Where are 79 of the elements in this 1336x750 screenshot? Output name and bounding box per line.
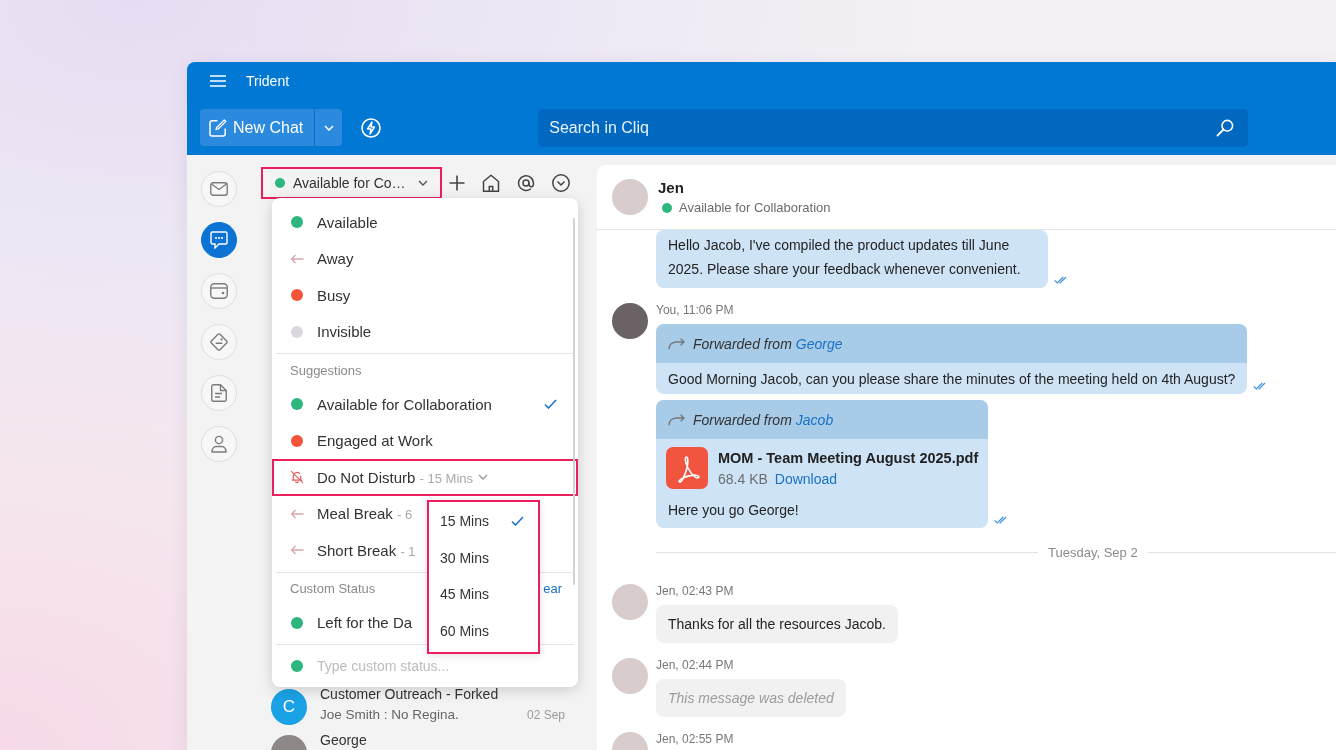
duration-option[interactable]: 60 Mins [429,612,538,649]
person-icon [210,435,227,453]
chat-title: Customer Outreach - Forked [320,686,500,703]
arrow-left-icon [290,545,304,556]
scrollbar-thumb[interactable] [573,218,575,585]
status-dot-icon [291,660,303,672]
status-option[interactable]: Busy [272,277,359,314]
duration-option[interactable]: 15 Mins [429,503,538,540]
bell-off-icon [290,469,304,486]
chevron-down-icon [417,180,428,186]
file-name: MOM - Team Meeting August 2025.pdf [718,449,979,466]
status-option[interactable]: Short Break - 1 [272,532,424,569]
search-icon[interactable] [1216,118,1235,137]
chat-title: George [320,732,368,749]
status-option[interactable]: Engaged at Work [272,422,441,459]
custom-status-input[interactable]: Type custom status... [317,658,559,674]
message-bubble: Hello Jacob, I've compiled the product updates till June 2025. Please share your feedback whenever convenient. [656,230,1048,288]
contact-status: Available for Collaboration [679,200,831,215]
message-bubble: This message was deleted [656,679,846,717]
status-option[interactable]: Invisible [272,313,380,350]
contact-name: Jen [658,179,685,197]
file-size: 68.4 KB [718,470,768,487]
wallet-button[interactable] [200,273,237,309]
forward-arrow-icon [668,337,686,350]
status-option[interactable]: Available [272,204,386,241]
duration-option[interactable]: 45 Mins [429,576,538,613]
at-sign-icon[interactable] [516,174,535,192]
plus-icon[interactable] [448,175,465,191]
status-dot-icon [275,178,285,188]
section-heading: Suggestions [290,362,362,378]
status-option[interactable]: Left for the Da [272,604,421,641]
caret-icon [323,124,334,131]
wallet-icon [209,283,228,299]
app-title: Trident [246,73,290,89]
date-label: Tuesday, Sep 2 [1048,545,1138,560]
status-option[interactable]: Do Not Disturb - 15 Mins [272,459,578,496]
message-meta: Jen, 02:43 PM [656,584,734,598]
forward-arrow-icon [668,413,686,426]
document-button[interactable] [200,375,237,411]
new-chat-button[interactable]: New Chat [200,109,315,146]
avatar: C [271,689,307,725]
new-chat-dropdown-button[interactable] [314,109,343,146]
status-option[interactable]: Available for Collaboration [272,386,578,423]
section-heading: Custom Status [290,581,376,596]
pdf-icon [666,447,708,489]
mail-button[interactable] [200,171,237,207]
message-meta: Jen, 02:55 PM [656,732,734,746]
forward-label: Forwarded from [693,411,792,428]
status-dot-icon [662,202,672,213]
chevron-down-icon [478,474,488,481]
compose-icon [209,118,227,137]
lightning-icon[interactable] [361,117,382,138]
tag-button[interactable] [200,324,237,360]
message-bubble: Thanks for all the resources Jacob. [656,605,898,643]
section-action-link[interactable]: ear [543,581,562,596]
duration-option[interactable]: 30 Mins [429,539,538,576]
chat-button[interactable] [200,222,237,258]
menu-icon[interactable] [210,75,226,87]
message-meta: You, 11:06 PM [656,303,734,317]
arrow-left-icon [290,508,304,519]
tag-icon [209,333,228,351]
search-field[interactable]: Search in Cliq [538,108,1249,147]
forward-label: Forwarded from [693,335,792,352]
message-text: Good Morning Jacob, can you please share the minutes of the meeting held on 4th August? [667,370,1237,389]
download-link[interactable]: Download [774,470,838,487]
mail-icon [209,182,228,196]
home-icon[interactable] [481,174,500,192]
chat-preview: Joe Smith : No Regina. [320,707,459,722]
person-button[interactable] [200,426,237,462]
chat-icon [209,231,228,249]
status-option[interactable]: Away [272,240,362,277]
message-text: Here you go George! [667,501,800,520]
arrow-left-icon [290,253,304,264]
chevron-circle-icon[interactable] [551,174,570,192]
message-meta: Jen, 02:44 PM [656,658,734,672]
avatar-photo [612,179,648,215]
status-option[interactable]: Meal Break - 6 [272,495,421,532]
document-icon [210,384,227,402]
chat-time: 02 Sep [526,707,565,722]
